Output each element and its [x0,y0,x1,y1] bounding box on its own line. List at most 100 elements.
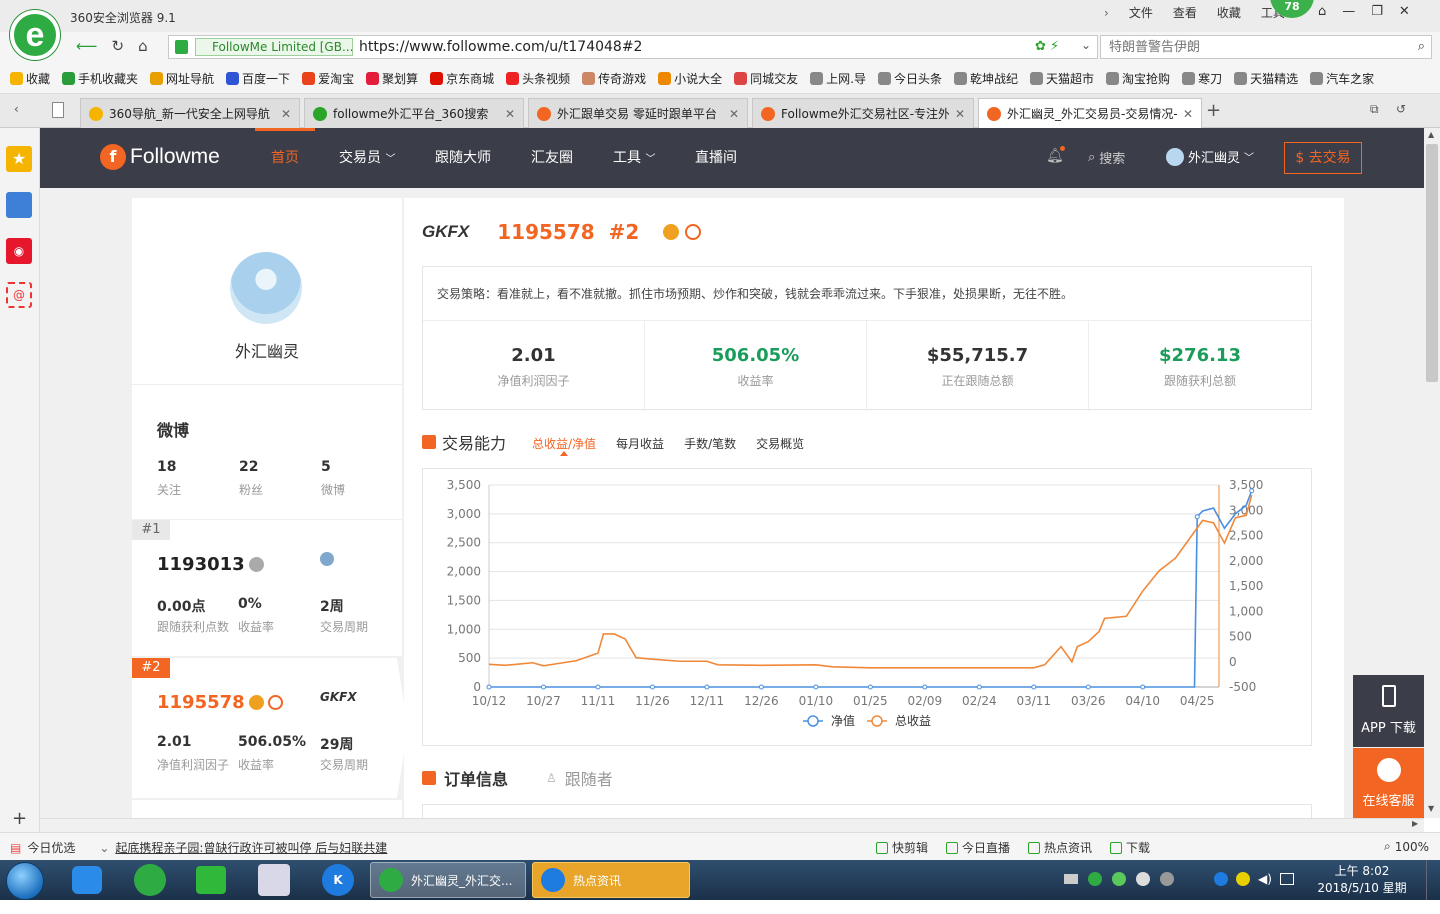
bookmarks-more-icon[interactable]: » [1352,69,1359,83]
online-service-button[interactable]: 在线客服 [1353,748,1424,818]
tray-chat-icon[interactable] [1136,872,1150,886]
bookmark-item[interactable]: 同城交友 [734,70,798,87]
favorites-star-icon[interactable]: ★ [6,146,32,172]
chart-tab[interactable]: 交易概览 [756,435,804,452]
bookmark-item[interactable]: 头条视频 [506,70,570,87]
bookmark-item[interactable]: 京东商城 [430,70,494,87]
nav-home[interactable]: 首页 [271,128,299,188]
tray-wechat-icon[interactable] [1112,872,1126,886]
bookmark-item[interactable]: 手机收藏夹 [62,70,138,87]
nav-tools[interactable]: 工具 ﹀ [613,128,655,188]
bookmark-item[interactable]: 上网.导 [810,70,866,87]
menu-favorites[interactable]: 收藏 [1217,4,1241,21]
search-icon[interactable]: ⌕ [1418,39,1425,54]
nav-traders[interactable]: 交易员 ﹀ [339,128,395,188]
user-menu[interactable]: 外汇幽灵 ﹀ [1166,147,1254,166]
reader-icon[interactable] [6,192,32,218]
new-tab-button[interactable]: + [1206,100,1221,121]
tab-close-icon[interactable]: ✕ [729,107,739,121]
scroll-thumb[interactable] [1426,144,1438,382]
tab-close-icon[interactable]: ✕ [1183,107,1193,121]
bookmark-item[interactable]: 网址导航 [150,70,214,87]
tray-kugou-icon[interactable] [1214,872,1228,886]
account-card-1[interactable]: #1 1193013 0.00点 跟随获利点数 0% 收益率 2周 交易周期 [132,520,402,656]
keyboard-icon[interactable] [1064,874,1078,884]
taskbar-window-2[interactable]: 热点资讯 [532,862,690,898]
site-search[interactable]: ⌕ 搜索 [1088,148,1125,167]
weibo-stat-value[interactable]: 22 [239,459,258,475]
status-item[interactable]: 热点资讯 [1028,839,1092,856]
home-icon[interactable]: ⌂ [138,37,148,55]
browser-logo[interactable]: e [10,10,60,60]
kugou-icon[interactable]: K [322,864,354,896]
menu-file[interactable]: 文件 [1129,4,1153,21]
news-ticker[interactable]: 起底携程亲子园:曾缺行政许可被叫停 后与妇联共建 [115,839,387,856]
search-box[interactable]: ⌕ [1100,35,1432,59]
close-button[interactable]: ✕ [1399,4,1410,19]
follower-tab[interactable]: 跟随者 [565,766,613,790]
undo-close-icon[interactable]: ↺ [1396,102,1406,116]
order-tab[interactable]: 订单信息 [444,766,508,790]
skin-icon[interactable]: ⌂ [1318,4,1326,19]
tray-disk-icon[interactable] [1160,872,1174,886]
cert-label[interactable]: FollowMe Limited [GB... [195,38,353,56]
clock[interactable]: 上午 8:02 2018/5/10 星期四 [1312,863,1412,914]
dropdown-icon[interactable]: ⌄ [1081,38,1091,52]
browser-tab[interactable]: Followme外汇交易社区-专注外汇 ✕ [752,98,974,128]
tencent-weiyun-icon[interactable] [72,866,102,894]
status-item[interactable]: 今日直播 [946,839,1010,856]
menu-view[interactable]: 查看 [1173,4,1197,21]
nav-masters[interactable]: 跟随大师 [435,128,491,188]
back-icon[interactable]: ⟵ [76,37,98,55]
bookmark-item[interactable]: 寒刀 [1182,70,1222,87]
tray-shield-icon[interactable] [1236,872,1250,886]
restore-icon[interactable]: ⧉ [1370,102,1379,117]
speed-icon[interactable]: ✿ ⚡ [1035,39,1059,54]
maximize-button[interactable]: ❐ [1371,4,1383,19]
scroll-up-icon[interactable]: ▲ [1428,130,1434,139]
weibo-stat-value[interactable]: 18 [157,459,176,475]
sidebar-add-icon[interactable]: + [12,808,27,829]
mail-icon[interactable]: @ [6,282,32,308]
chart-tab[interactable]: 手数/笔数 [684,435,736,452]
tab-scroll-left-icon[interactable]: ‹ [14,102,19,116]
browser-tab[interactable]: 360导航_新一代安全上网导航 ✕ [80,98,300,128]
bookmark-item[interactable]: 传奇游戏 [582,70,646,87]
tray-360-icon[interactable] [1088,872,1102,886]
vertical-scrollbar[interactable]: ▲ ▼ [1424,128,1440,818]
app-download-button[interactable]: APP 下载 [1353,675,1424,747]
bookmark-item[interactable]: 天猫超市 [1030,70,1094,87]
bookmark-item[interactable]: 汽车之家 [1310,70,1374,87]
chart-tab[interactable]: 总收益/净值 [532,435,596,456]
bookmark-item[interactable]: 乾坤战纪 [954,70,1018,87]
horizontal-scrollbar[interactable]: ▶ [40,818,1424,832]
iqiyi-icon[interactable] [196,866,226,894]
nav-live[interactable]: 直播间 [695,128,737,188]
browser-tab[interactable]: 外汇幽灵_外汇交易员-交易情况-F ✕ [978,98,1202,128]
status-item[interactable]: 快剪辑 [876,839,928,856]
minimize-button[interactable]: — [1342,4,1355,19]
zoom-level[interactable]: 100% [1395,840,1429,854]
browser-360-icon[interactable] [134,864,166,896]
trade-button[interactable]: $ 去交易 [1284,142,1362,174]
game-icon[interactable] [258,864,290,896]
bookmark-item[interactable]: 收藏 [10,70,50,87]
tab-close-icon[interactable]: ✕ [955,107,965,121]
menu-more-icon[interactable]: › [1104,6,1109,20]
bookmark-item[interactable]: 小说大全 [658,70,722,87]
search-input[interactable] [1101,36,1401,58]
refresh-icon[interactable]: ↻ [112,37,125,55]
account-card-2[interactable]: #2 1195578 GKFX 2.01 净值利润因子 506.05% 收益率 29周交… [132,658,408,798]
tab-list-icon[interactable] [52,102,64,118]
tab-close-icon[interactable]: ✕ [281,107,291,121]
scroll-down-icon[interactable]: ▼ [1428,804,1434,813]
browser-tab[interactable]: followme外汇平台_360搜索 ✕ [304,98,524,128]
url-text[interactable]: https://www.followme.com/u/t174048#2 [359,39,642,55]
status-item[interactable]: 下载 [1110,839,1150,856]
browser-tab[interactable]: 外汇跟单交易 零延时跟单平台 ✕ [528,98,748,128]
bookmark-item[interactable]: 天猫精选 [1234,70,1298,87]
network-icon[interactable] [1279,873,1294,885]
site-logo[interactable]: f Followme [100,144,220,170]
notification-bell-icon[interactable]: 🔔︎ [1046,146,1065,164]
weibo-stat-value[interactable]: 5 [321,459,331,475]
